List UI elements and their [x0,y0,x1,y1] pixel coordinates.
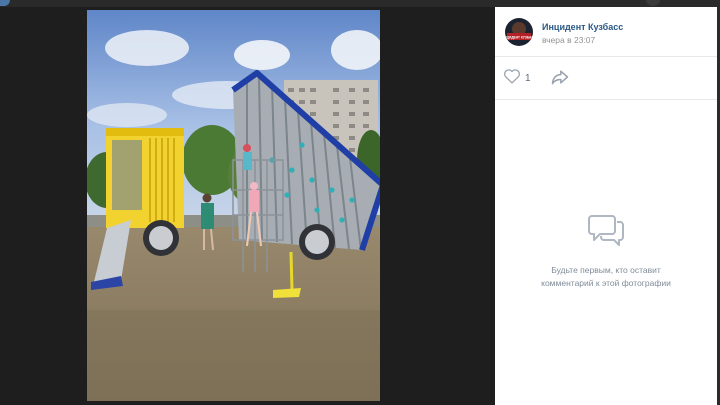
empty-comments-message: Будьте первым, кто оставит комментарий к… [515,264,697,290]
photo-info-panel: ИНЦИДЕНТ КУЗБАСС Инцидент Кузбасс вчера … [495,7,717,405]
empty-comments-line-1: Будьте первым, кто оставит [551,265,661,275]
action-bar: 1 [495,57,717,100]
author-name-link[interactable]: Инцидент Кузбасс [542,22,623,32]
comment-bubbles-icon [586,210,626,250]
post-time-link[interactable]: вчера в 23:07 [542,35,595,45]
author-header: ИНЦИДЕНТ КУЗБАСС Инцидент Кузбасс вчера … [495,7,717,57]
svg-text:ИНЦИДЕНТ КУЗБАСС: ИНЦИДЕНТ КУЗБАСС [505,36,533,40]
top-bar [0,0,720,7]
author-avatar[interactable]: ИНЦИДЕНТ КУЗБАСС [505,18,533,46]
heart-icon [503,68,521,89]
photo-viewer-stage [0,7,495,405]
like-count: 1 [525,72,531,84]
user-avatar-fragment[interactable] [646,0,660,6]
empty-comments-line-2: комментарий к этой фотографии [541,278,671,288]
like-button[interactable]: 1 [503,68,531,88]
playground-photo[interactable] [87,10,380,401]
share-icon [550,70,570,90]
share-button[interactable] [550,68,570,88]
site-logo-fragment[interactable] [0,0,10,6]
